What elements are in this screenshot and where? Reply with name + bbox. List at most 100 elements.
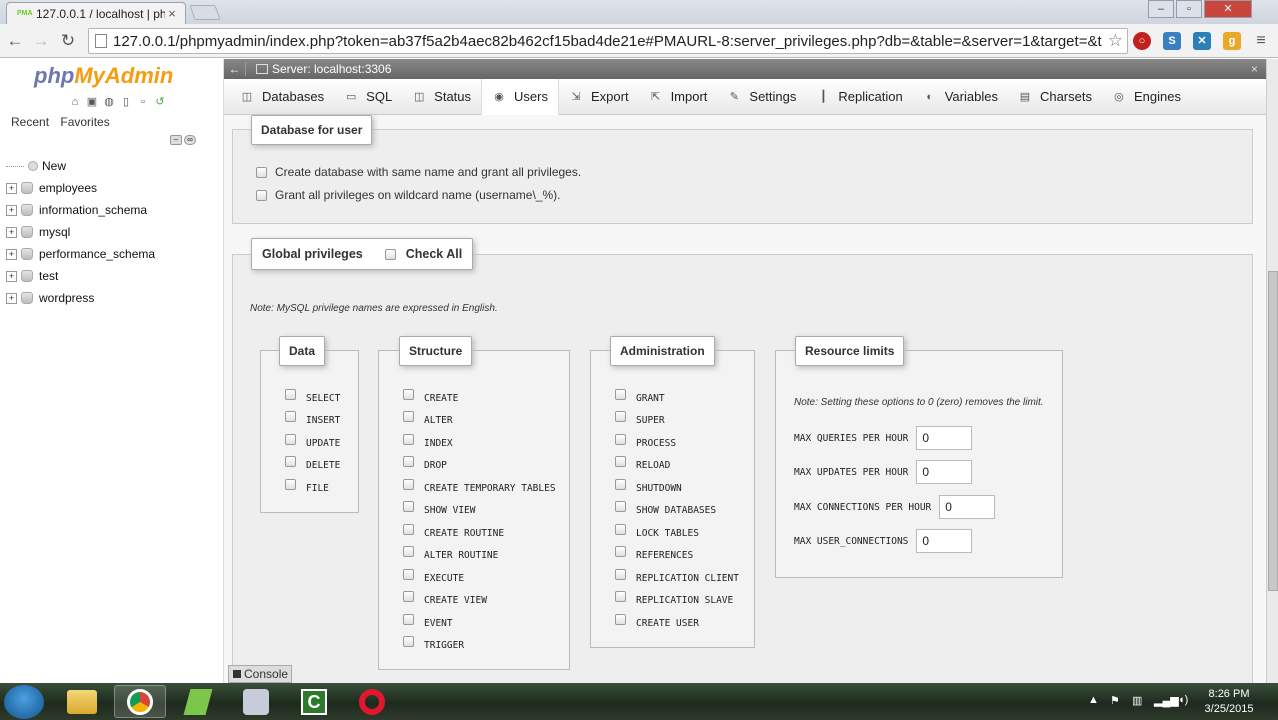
phpmyadmin-logo[interactable]: phpMyAdmin — [34, 63, 173, 89]
priv-delete[interactable]: DELETE — [285, 456, 340, 471]
extension-opera-icon[interactable]: ○ — [1133, 32, 1151, 50]
home-icon[interactable]: ⌂ — [68, 95, 82, 109]
extension-google-icon[interactable]: g — [1223, 32, 1241, 50]
priv-checkbox[interactable] — [285, 456, 296, 467]
priv-replication-client[interactable]: REPLICATION CLIENT — [615, 569, 739, 584]
priv-references[interactable]: REFERENCES — [615, 546, 693, 561]
tab-status[interactable]: ◫ Status — [402, 79, 481, 115]
tab-databases[interactable]: ◫ Databases — [230, 79, 334, 115]
browser-tab[interactable]: PMA 127.0.0.1 / localhost | php × — [6, 2, 186, 24]
priv-checkbox[interactable] — [403, 501, 414, 512]
priv-alter-routine[interactable]: ALTER ROUTINE — [403, 546, 498, 561]
expand-icon[interactable]: + — [6, 182, 17, 194]
priv-checkbox[interactable] — [403, 434, 414, 445]
tab-sql[interactable]: ▭ SQL — [334, 79, 402, 115]
tree-item-performance-schema[interactable]: + performance_schema — [6, 243, 216, 265]
priv-show-view[interactable]: SHOW VIEW — [403, 501, 475, 516]
tab-favorites[interactable]: Favorites — [60, 115, 109, 129]
back-arrow-icon[interactable]: ← — [4, 30, 26, 52]
priv-checkbox[interactable] — [615, 479, 626, 490]
tab-users[interactable]: ◉ Users — [481, 78, 559, 115]
priv-checkbox[interactable] — [403, 524, 414, 535]
close-window-button[interactable]: ✕ — [1204, 0, 1252, 18]
priv-show-databases[interactable]: SHOW DATABASES — [615, 501, 716, 516]
extension-translate-icon[interactable]: S — [1163, 32, 1181, 50]
taskbar-camtasia-icon[interactable]: C — [288, 685, 340, 718]
console-toggle[interactable]: Console — [228, 665, 292, 683]
server-label[interactable]: Server: localhost:3306 — [272, 62, 391, 76]
priv-insert[interactable]: INSERT — [285, 411, 340, 426]
priv-checkbox[interactable] — [285, 479, 296, 490]
max-user-connections-input[interactable]: 0 — [916, 529, 973, 553]
tray-expand-icon[interactable]: ▲ — [1088, 694, 1099, 706]
tab-recent[interactable]: Recent — [11, 115, 49, 129]
tree-item-new[interactable]: New — [6, 155, 216, 177]
tree-item-wordpress[interactable]: + wordpress — [6, 287, 216, 309]
priv-alter[interactable]: ALTER — [403, 411, 453, 426]
priv-select[interactable]: SELECT — [285, 389, 340, 404]
priv-lock-tables[interactable]: LOCK TABLES — [615, 524, 699, 539]
expand-icon[interactable]: + — [6, 270, 17, 282]
tab-export[interactable]: ⇲ Export — [559, 79, 639, 115]
bookmark-star-icon[interactable]: ☆ — [1104, 31, 1127, 51]
priv-checkbox[interactable] — [403, 591, 414, 602]
tab-replication[interactable]: ┃ Replication — [806, 79, 912, 115]
query-window-icon[interactable]: ◍ — [102, 95, 116, 109]
priv-checkbox[interactable] — [403, 569, 414, 580]
check-all-label[interactable]: Check All — [406, 247, 463, 261]
tab-charsets[interactable]: ▤ Charsets — [1008, 79, 1102, 115]
settings-icon[interactable]: ▫ — [136, 95, 150, 109]
system-clock[interactable]: 8:26 PM 3/25/2015 — [1196, 687, 1262, 717]
priv-checkbox[interactable] — [403, 636, 414, 647]
forward-arrow-icon[interactable]: → — [30, 30, 52, 52]
priv-checkbox[interactable] — [615, 546, 626, 557]
priv-file[interactable]: FILE — [285, 479, 329, 494]
taskbar-explorer-icon[interactable] — [56, 685, 108, 718]
collapse-nav-button[interactable]: ← — [224, 62, 246, 76]
priv-checkbox[interactable] — [285, 434, 296, 445]
reload-icon[interactable]: ↻ — [57, 30, 79, 52]
windows-start-button[interactable] — [4, 685, 44, 719]
refresh-icon[interactable]: ↺ — [153, 95, 167, 109]
tree-item-information-schema[interactable]: + information_schema — [6, 199, 216, 221]
new-tab-button[interactable] — [189, 5, 221, 20]
tree-item-employees[interactable]: + employees — [6, 177, 216, 199]
priv-drop[interactable]: DROP — [403, 456, 447, 471]
expand-icon[interactable]: + — [6, 248, 17, 260]
tray-volume-icon[interactable]: ◖) — [1178, 694, 1188, 706]
priv-checkbox[interactable] — [615, 591, 626, 602]
logout-icon[interactable]: ▣ — [85, 95, 99, 109]
taskbar-opera-icon[interactable] — [346, 685, 398, 718]
priv-checkbox[interactable] — [615, 411, 626, 422]
max-updates-input[interactable]: 0 — [916, 460, 973, 484]
close-icon[interactable]: × — [1251, 62, 1258, 76]
tab-engines[interactable]: ◎ Engines — [1102, 79, 1191, 115]
tree-item-mysql[interactable]: + mysql — [6, 221, 216, 243]
tree-item-test[interactable]: + test — [6, 265, 216, 287]
priv-checkbox[interactable] — [615, 569, 626, 580]
priv-checkbox[interactable] — [403, 546, 414, 557]
priv-checkbox[interactable] — [615, 434, 626, 445]
tab-import[interactable]: ⇱ Import — [639, 79, 718, 115]
taskbar-notepad-icon[interactable] — [172, 685, 224, 718]
vertical-scrollbar[interactable] — [1266, 59, 1278, 683]
priv-checkbox[interactable] — [285, 411, 296, 422]
priv-super[interactable]: SUPER — [615, 411, 665, 426]
priv-checkbox[interactable] — [615, 524, 626, 535]
max-queries-input[interactable]: 0 — [916, 426, 973, 450]
priv-create-temporary-tables[interactable]: CREATE TEMPORARY TABLES — [403, 479, 556, 494]
priv-replication-slave[interactable]: REPLICATION SLAVE — [615, 591, 733, 606]
expand-icon[interactable]: + — [6, 226, 17, 238]
docs-icon[interactable]: ▯ — [119, 95, 133, 109]
priv-update[interactable]: UPDATE — [285, 434, 340, 449]
priv-checkbox[interactable] — [615, 614, 626, 625]
check-all-checkbox[interactable] — [384, 248, 396, 260]
priv-checkbox[interactable] — [285, 389, 296, 400]
extension-x-icon[interactable]: ✕ — [1193, 32, 1211, 50]
priv-event[interactable]: EVENT — [403, 614, 453, 629]
grant-wildcard-option[interactable]: Grant all privileges on wildcard name (u… — [256, 188, 560, 202]
tab-close-icon[interactable]: × — [165, 6, 179, 21]
collapse-all-icon[interactable]: – — [170, 135, 182, 145]
tab-settings[interactable]: ✎ Settings — [717, 79, 806, 115]
tab-variables[interactable]: ◐ Variables — [913, 79, 1008, 115]
